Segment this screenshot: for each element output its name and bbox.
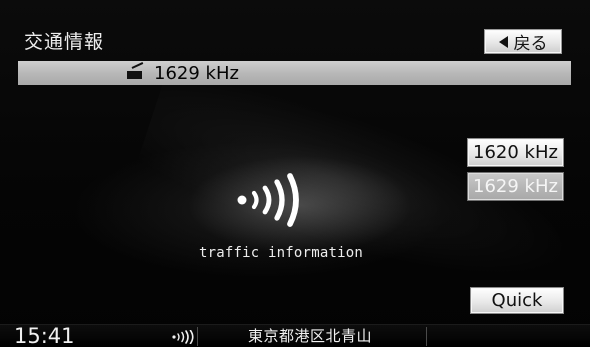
quick-button-label: Quick [491,290,543,311]
status-divider [426,327,427,346]
left-triangle-icon [498,35,508,48]
status-traffic-icon [172,330,194,344]
status-bar: 15:41 東京都港区北青山 [0,324,590,347]
preset-button-1629[interactable]: 1629 kHz [467,172,564,201]
traffic-broadcast-icon [237,173,299,227]
current-frequency-value: 1629 kHz [154,62,239,84]
radio-icon [126,62,144,80]
preset-label: 1629 kHz [473,176,558,197]
preset-button-1620[interactable]: 1620 kHz [467,138,564,167]
back-button-label: 戻る [513,34,548,54]
traffic-info-screen: 交通情報 戻る 1629 kHz 1620 kHz 1629 kHz traff… [0,0,590,347]
clock: 15:41 [14,324,75,347]
preset-label: 1620 kHz [473,142,558,163]
back-button[interactable]: 戻る [484,29,562,54]
traffic-information-label: traffic information [199,245,363,261]
quick-button[interactable]: Quick [470,287,564,314]
page-title: 交通情報 [24,31,105,53]
location-text: 東京都港区北青山 [248,327,373,345]
status-divider [197,327,198,346]
current-frequency-bar: 1629 kHz [18,61,571,85]
